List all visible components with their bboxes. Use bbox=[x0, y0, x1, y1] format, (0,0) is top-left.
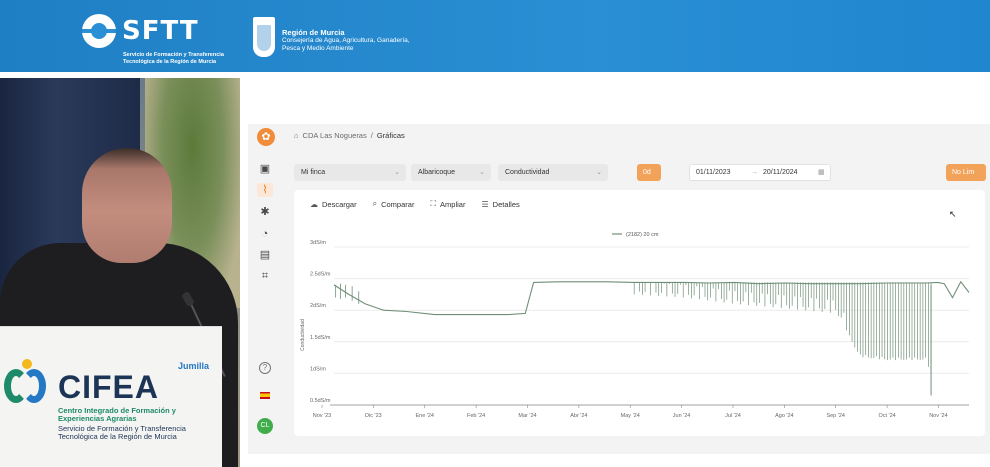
list-icon: ☰ bbox=[481, 199, 489, 209]
date-from[interactable]: 01/11/2023 bbox=[696, 165, 731, 180]
x-tick-label: Feb '24 bbox=[467, 413, 485, 419]
podium-sign: Jumilla CIFEA Centro Integrado de Formac… bbox=[0, 326, 222, 467]
aggregation-value: 0d bbox=[643, 169, 651, 176]
chevron-down-icon: ⌄ bbox=[479, 169, 485, 176]
chevron-down-icon: ⌄ bbox=[394, 169, 400, 176]
mouse-cursor-icon: ↖ bbox=[949, 209, 957, 219]
breadcrumb-current: Gráficas bbox=[376, 131, 405, 140]
expand-button[interactable]: ⛶ Ampliar bbox=[430, 199, 465, 209]
date-range-picker[interactable]: 01/11/2023 → 20/11/2024 ▦ bbox=[689, 164, 831, 181]
cifea-name: CIFEA bbox=[58, 369, 159, 405]
cifea-subtitle-1: Centro Integrado de Formación y Experien… bbox=[58, 406, 176, 423]
details-button[interactable]: ☰ Detalles bbox=[481, 199, 519, 209]
sidebar: ✿ ▣ ⌇ ✱ ◔ ▤ ⌗ ? CL bbox=[248, 124, 282, 444]
sftt-subtitle: Servicio de Formación y Transferencia Te… bbox=[123, 52, 224, 65]
x-tick-label: Ago '24 bbox=[775, 413, 793, 419]
date-to[interactable]: 20/11/2024 bbox=[763, 165, 798, 180]
aggregation-select[interactable]: 0d ⌄ bbox=[637, 164, 661, 193]
variable-select[interactable]: Conductividad ⌄ bbox=[498, 164, 608, 181]
header-banner: SFTT Servicio de Formación y Transferenc… bbox=[0, 0, 990, 72]
breadcrumb: ⌂ CDA Las Nogueras / Gráficas bbox=[294, 131, 405, 140]
bell-icon[interactable]: ◔ bbox=[257, 227, 273, 241]
x-tick-label: May '24 bbox=[621, 413, 640, 419]
x-tick-label: Nov '23 bbox=[313, 413, 331, 419]
chevron-down-icon: ⌄ bbox=[596, 169, 602, 176]
date-arrow: → bbox=[751, 169, 758, 176]
y-tick-label: 2dS/m bbox=[310, 303, 326, 309]
breadcrumb-separator: / bbox=[370, 131, 373, 140]
report-icon[interactable]: ▤ bbox=[257, 248, 273, 262]
avatar[interactable]: CL bbox=[257, 418, 273, 434]
farm-select-value: Mi finca bbox=[301, 169, 326, 176]
chart-icon[interactable]: ⌇ bbox=[257, 183, 273, 197]
download-button[interactable]: ☁ Descargar bbox=[310, 199, 357, 209]
x-tick-label: Oct '24 bbox=[878, 413, 895, 419]
y-tick-label: 0.5dS/m bbox=[310, 398, 331, 404]
y-tick-label: 1dS/m bbox=[310, 366, 326, 372]
x-tick-label: Jul '24 bbox=[725, 413, 741, 419]
app-logo-icon[interactable]: ✿ bbox=[257, 128, 275, 146]
compare-button[interactable]: ⌕ Comparar bbox=[373, 199, 415, 209]
x-tick-label: Abr '24 bbox=[570, 413, 587, 419]
farm-select[interactable]: Mi finca ⌄ bbox=[294, 164, 406, 181]
limits-select[interactable]: No Lim ⌄ bbox=[946, 164, 986, 193]
home-icon[interactable]: ⌂ bbox=[294, 131, 299, 140]
region-title: Región de Murcia bbox=[282, 28, 345, 37]
expand-label: Ampliar bbox=[440, 199, 466, 209]
x-tick-label: Mar '24 bbox=[518, 413, 536, 419]
search-icon: ⌕ bbox=[372, 199, 378, 208]
conductivity-chart[interactable]: 3dS/m 2.5dS/m 2dS/m 1.5dS/m 1dS/m 0.5dS/m Nov … bbox=[294, 220, 985, 430]
y-axis-label: Conductividad bbox=[300, 319, 306, 351]
x-tick-label: Ene '24 bbox=[415, 413, 433, 419]
x-tick-label: Nov '24 bbox=[929, 413, 947, 419]
region-subtitle: Consejería de Agua, Agricultura, Ganader… bbox=[282, 37, 410, 52]
x-tick-label: Dic '23 bbox=[365, 413, 382, 419]
legend-label: (2182) 20 cm bbox=[626, 232, 659, 238]
presenter-head bbox=[82, 148, 172, 263]
breadcrumb-farm[interactable]: CDA Las Nogueras bbox=[303, 131, 367, 140]
calendar-icon[interactable]: ▦ bbox=[818, 165, 825, 180]
presenter-video: Jumilla CIFEA Centro Integrado de Formac… bbox=[0, 78, 240, 467]
variable-select-value: Conductividad bbox=[505, 169, 550, 176]
sftt-name: SFTT bbox=[122, 16, 199, 46]
image-icon[interactable]: ▣ bbox=[257, 162, 273, 176]
compare-label: Comparar bbox=[381, 199, 415, 209]
cifea-logo-icon bbox=[4, 359, 52, 409]
limits-value: No Lim bbox=[952, 169, 975, 176]
y-tick-label: 2.5dS/m bbox=[310, 272, 331, 278]
filter-bar: Mi finca ⌄ Albaricoque ⌄ Conductividad ⌄… bbox=[294, 164, 988, 193]
x-tick-label: Jun '24 bbox=[673, 413, 691, 419]
cifea-subtitle-2: Servicio de Formación y Transferencia Te… bbox=[58, 424, 186, 441]
language-flag-icon[interactable] bbox=[260, 392, 270, 399]
screen: SFTT Servicio de Formación y Transferenc… bbox=[0, 0, 990, 467]
help-icon[interactable]: ? bbox=[259, 362, 271, 374]
chart-toolbar: ☁ Descargar ⌕ Comparar ⛶ Ampliar ☰ Detal… bbox=[310, 199, 520, 209]
crop-select-value: Albaricoque bbox=[418, 169, 455, 176]
y-tick-label: 1.5dS/m bbox=[310, 335, 331, 341]
y-tick-label: 3dS/m bbox=[310, 240, 326, 246]
sftt-logo-icon bbox=[82, 14, 116, 48]
cifea-location: Jumilla bbox=[178, 361, 210, 371]
cloud-download-icon: ☁ bbox=[310, 199, 318, 209]
expand-icon: ⛶ bbox=[430, 199, 437, 208]
bug-icon[interactable]: ✱ bbox=[257, 205, 273, 219]
crop-select[interactable]: Albaricoque ⌄ bbox=[411, 164, 491, 181]
sftt-logo: SFTT bbox=[82, 14, 199, 48]
region-block: Región de Murcia Consejería de Agua, Agr… bbox=[282, 29, 412, 53]
layout-icon[interactable]: ⌗ bbox=[257, 269, 273, 283]
region-shield-icon bbox=[253, 17, 275, 57]
x-tick-label: Sep '24 bbox=[826, 413, 844, 419]
details-label: Detalles bbox=[492, 199, 520, 209]
chart-card: ☁ Descargar ⌕ Comparar ⛶ Ampliar ☰ Detal… bbox=[294, 190, 985, 436]
app-window: ✿ ▣ ⌇ ✱ ◔ ▤ ⌗ ? CL ⌂ CDA Las Nogueras / … bbox=[248, 124, 990, 454]
download-label: Descargar bbox=[322, 199, 357, 209]
